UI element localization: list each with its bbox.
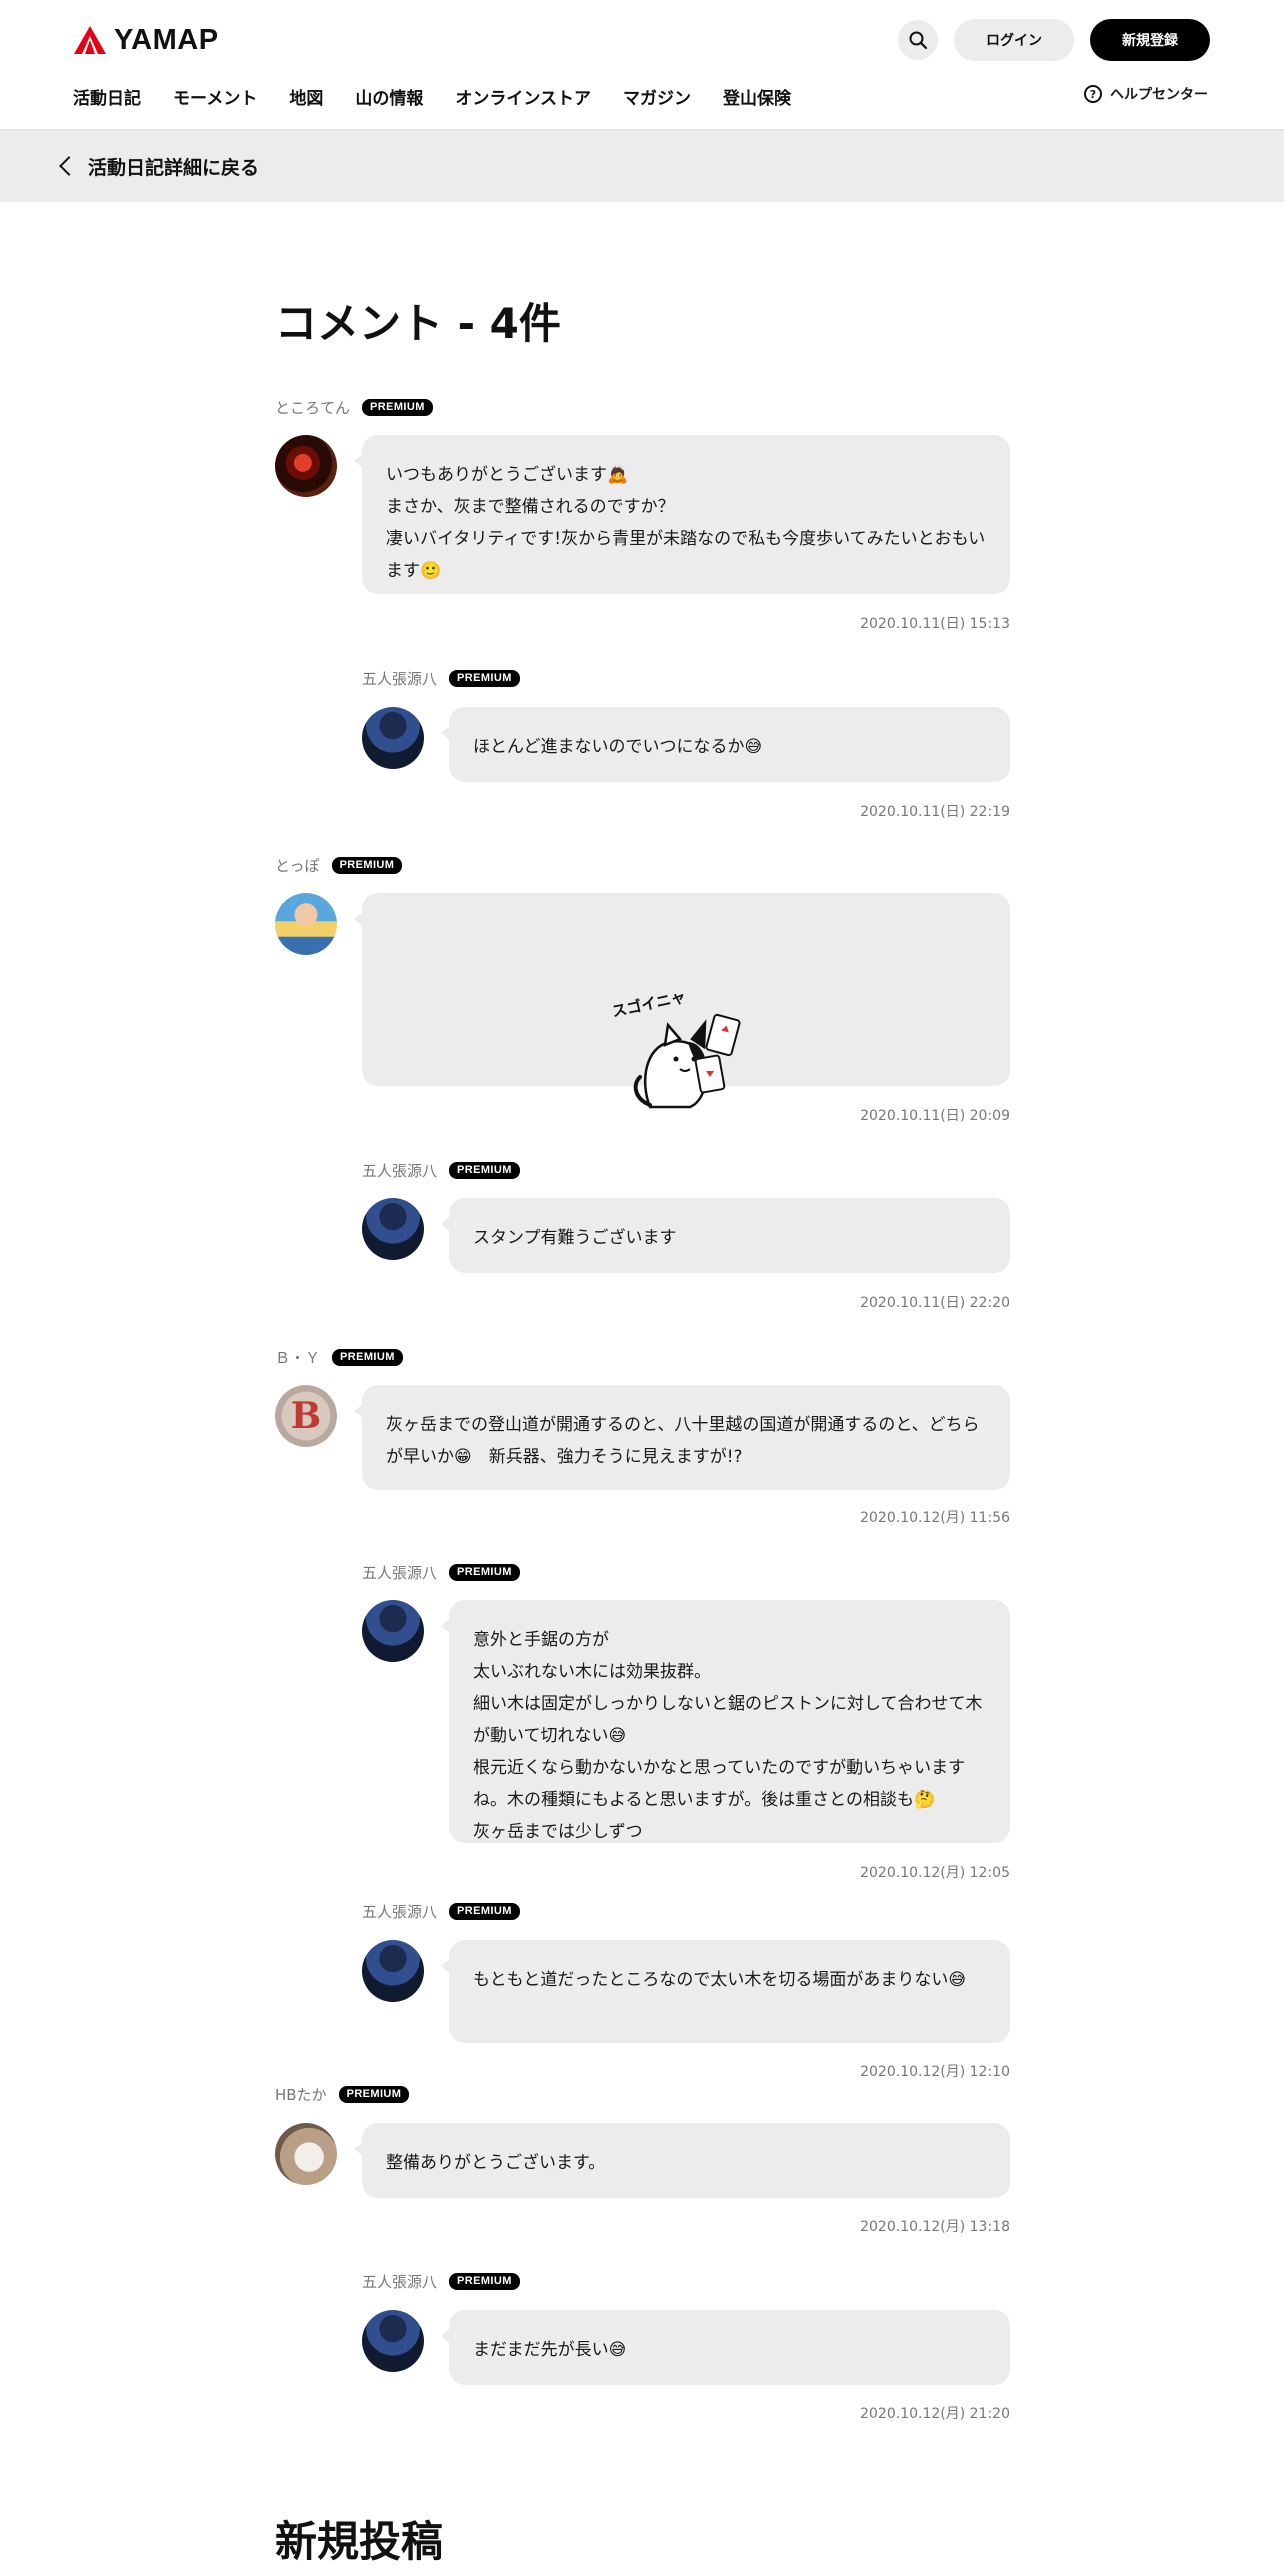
reply-bubble: まだまだ先が長い😅	[441, 2310, 1010, 2385]
login-button[interactable]: ログイン	[954, 19, 1074, 61]
avatar[interactable]	[362, 1600, 424, 1662]
signup-button[interactable]: 新規登録	[1090, 19, 1210, 61]
back-label: 活動日記詳細に戻る	[88, 156, 260, 179]
reply-author[interactable]: 五人張源八	[362, 2271, 437, 2292]
comment-author[interactable]: Ｂ・Ｙ	[275, 1347, 320, 1368]
reply-timestamp: 2020.10.12(月) 12:10	[860, 2064, 1010, 2080]
comment-header: ところてん PREMIUM	[275, 396, 433, 418]
nav-item-magazine[interactable]: マガジン	[623, 84, 691, 109]
comment-timestamp: 2020.10.11(日) 20:09	[860, 1108, 1010, 1124]
nav-item-mountain-info[interactable]: 山の情報	[355, 84, 423, 109]
avatar[interactable]	[275, 2123, 337, 2185]
premium-badge: PREMIUM	[449, 2272, 520, 2290]
comment-bubble: 灰ヶ岳までの登山道が開通するのと、八十里越の国道が開通するのと、どちらが早いか😁…	[354, 1385, 1010, 1490]
comment-author[interactable]: ところてん	[275, 397, 350, 418]
comment-timestamp: 2020.10.11(日) 15:13	[860, 616, 1010, 632]
comment-author[interactable]: とっぽ	[275, 855, 320, 876]
premium-badge: PREMIUM	[449, 1161, 520, 1179]
avatar[interactable]	[362, 2310, 424, 2372]
reply-timestamp: 2020.10.12(月) 21:20	[860, 2406, 1010, 2422]
comments-title: コメント - 4件	[275, 299, 561, 348]
comment-header: とっぽ PREMIUM	[275, 854, 403, 876]
premium-badge: PREMIUM	[449, 1902, 520, 1920]
back-link[interactable]: 活動日記詳細に戻る	[0, 130, 1284, 202]
mountain-logo-icon	[74, 26, 106, 54]
reply-header: 五人張源八 PREMIUM	[362, 1159, 520, 1181]
cat-sticker: スゴイニャ	[610, 923, 760, 1109]
site-header: YAMAP ログイン 新規登録 活動日記 モーメント 地図 山の情報 オンライン…	[0, 0, 1284, 130]
premium-badge: PREMIUM	[362, 398, 433, 416]
comment-header: Ｂ・Ｙ PREMIUM	[275, 1346, 403, 1368]
reply-header: 五人張源八 PREMIUM	[362, 1561, 520, 1583]
reply-author[interactable]: 五人張源八	[362, 1562, 437, 1583]
comment-bubble: スゴイニャ	[354, 893, 1010, 1109]
premium-badge: PREMIUM	[331, 856, 403, 874]
help-center-link[interactable]: ? ヘルプセンター	[1084, 84, 1208, 104]
comment-timestamp: 2020.10.12(月) 11:56	[860, 1510, 1010, 1526]
help-icon: ?	[1084, 85, 1102, 103]
main-nav: 活動日記 モーメント 地図 山の情報 オンラインストア マガジン 登山保険	[73, 84, 791, 109]
reply-header: 五人張源八 PREMIUM	[362, 2270, 520, 2292]
cat-sticker-icon: スゴイニャ	[610, 988, 741, 1109]
comment-author[interactable]: HBたか	[275, 2084, 327, 2105]
avatar[interactable]	[275, 893, 337, 955]
premium-badge: PREMIUM	[338, 2085, 410, 2103]
avatar-b-mark: B	[290, 1395, 322, 1437]
reply-timestamp: 2020.10.11(日) 22:19	[860, 804, 1010, 820]
reply-timestamp: 2020.10.12(月) 12:05	[860, 1865, 1010, 1881]
nav-item-activities[interactable]: 活動日記	[73, 84, 141, 109]
nav-item-moments[interactable]: モーメント	[173, 84, 257, 109]
reply-header: 五人張源八 PREMIUM	[362, 1900, 520, 1922]
premium-badge: PREMIUM	[449, 1563, 520, 1581]
reply-header: 五人張源八 PREMIUM	[362, 667, 520, 689]
avatar[interactable]	[362, 1940, 424, 2002]
chevron-left-icon	[59, 156, 79, 176]
new-post-title: 新規投稿	[275, 2517, 444, 2566]
sticker-text: スゴイニャ	[610, 988, 687, 1021]
premium-badge: PREMIUM	[449, 669, 520, 687]
comment-header: HBたか PREMIUM	[275, 2083, 410, 2105]
reply-bubble: もともと道だったところなので太い木を切る場面があまりない😅	[441, 1940, 1010, 2043]
logo-text: YAMAP	[114, 23, 219, 56]
reply-timestamp: 2020.10.11(日) 22:20	[860, 1295, 1010, 1311]
reply-author[interactable]: 五人張源八	[362, 1160, 437, 1181]
reply-bubble: ほとんど進まないのでいつになるか😅	[441, 707, 1010, 782]
search-button[interactable]	[898, 20, 938, 60]
reply-bubble: スタンプ有難うございます	[441, 1198, 1010, 1273]
reply-bubble: 意外と手鋸の方が 太いぶれない木には効果抜群。 細い木は固定がしっかりしないと鋸…	[441, 1600, 1010, 1843]
help-label: ヘルプセンター	[1110, 87, 1208, 103]
search-icon	[909, 31, 928, 50]
avatar[interactable]	[362, 707, 424, 769]
reply-author[interactable]: 五人張源八	[362, 1901, 437, 1922]
avatar[interactable]	[362, 1198, 424, 1260]
premium-badge: PREMIUM	[332, 1348, 403, 1366]
nav-item-map[interactable]: 地図	[289, 84, 323, 109]
yamap-logo[interactable]: YAMAP	[72, 22, 219, 58]
nav-item-insurance[interactable]: 登山保険	[723, 84, 791, 109]
avatar[interactable]: B	[275, 1385, 337, 1447]
avatar[interactable]	[275, 435, 337, 497]
comment-timestamp: 2020.10.12(月) 13:18	[860, 2219, 1010, 2235]
comment-bubble: 整備ありがとうございます。	[354, 2123, 1010, 2198]
reply-author[interactable]: 五人張源八	[362, 668, 437, 689]
comment-bubble: いつもありがとうございます🙇 まさか、灰まで整備されるのですか？ 凄いバイタリテ…	[354, 435, 1010, 594]
nav-item-online-store[interactable]: オンラインストア	[455, 84, 591, 109]
